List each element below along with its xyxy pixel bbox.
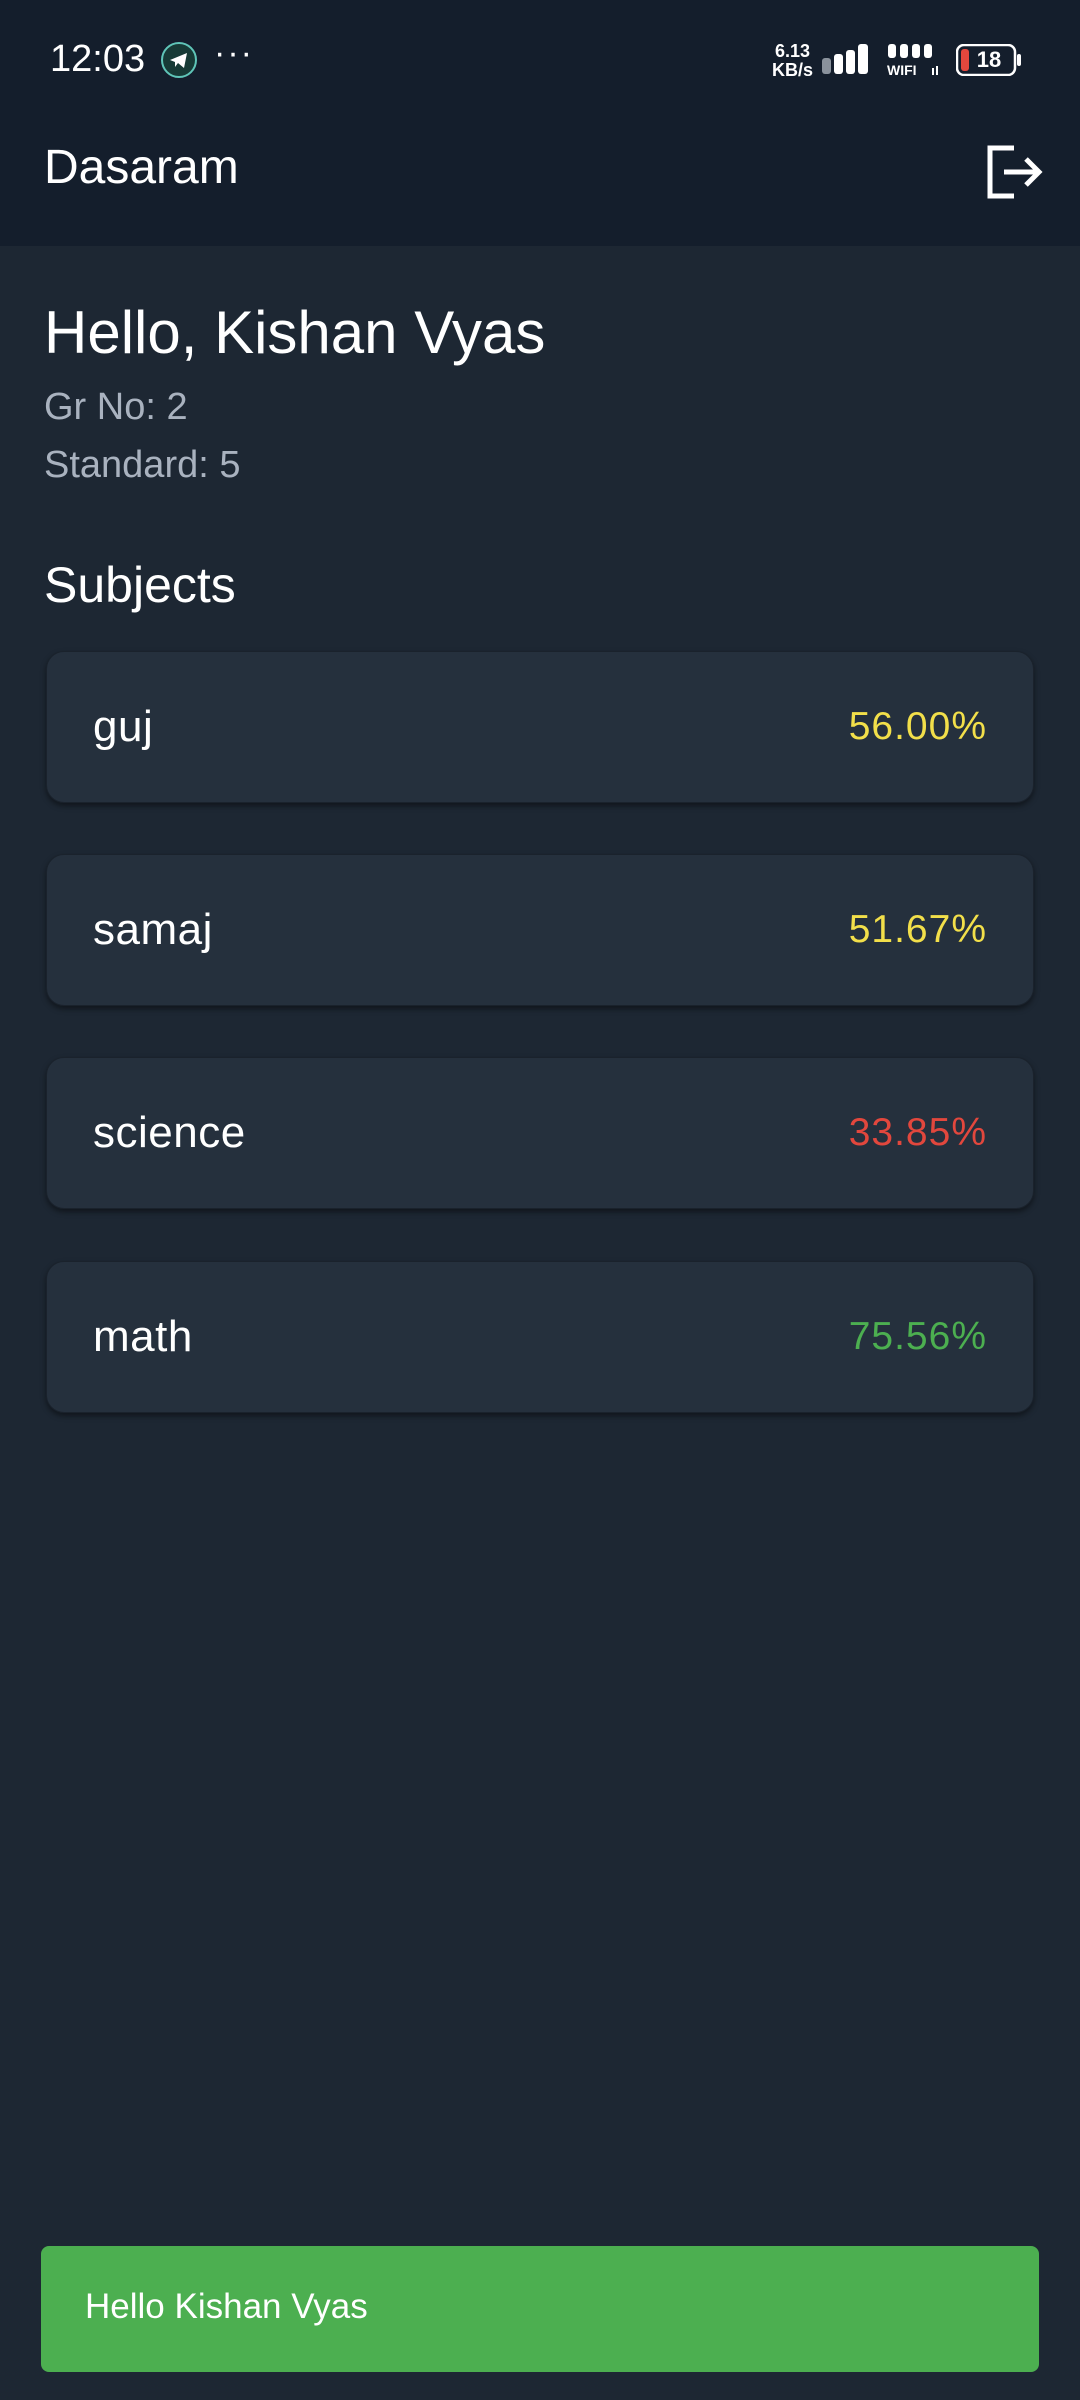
greeting-title: Hello, Kishan Vyas xyxy=(44,299,546,366)
subject-percentage: 75.56% xyxy=(848,1315,987,1358)
subject-name: guj xyxy=(93,702,154,751)
subject-name: science xyxy=(93,1108,246,1157)
subject-card-guj[interactable]: guj 56.00% xyxy=(46,651,1034,803)
app-title: Dasaram xyxy=(44,141,239,194)
status-time: 12:03 xyxy=(50,38,146,80)
signal-icon xyxy=(822,44,868,74)
more-dots-icon: ··· xyxy=(214,34,254,72)
standard-label: Standard: 5 xyxy=(44,444,241,486)
logout-icon xyxy=(987,145,1043,199)
subject-card-math[interactable]: math 75.56% xyxy=(46,1261,1034,1413)
snackbar: Hello Kishan Vyas xyxy=(41,2246,1039,2372)
status-bar: 12:03 ··· 6.13 KB/s WIFI 18 xyxy=(0,0,1080,120)
wifi-label: WIFI xyxy=(887,62,917,78)
subject-percentage: 56.00% xyxy=(848,705,987,748)
network-speed: 6.13 KB/s xyxy=(772,42,813,80)
subject-percentage: 33.85% xyxy=(848,1111,987,1154)
battery-level: 18 xyxy=(976,47,1002,72)
snackbar-message: Hello Kishan Vyas xyxy=(85,2287,368,2326)
subject-name: math xyxy=(93,1312,193,1361)
telegram-icon xyxy=(161,42,197,78)
network-speed-value: 6.13 xyxy=(774,41,811,61)
subject-card-samaj[interactable]: samaj 51.67% xyxy=(46,854,1034,1006)
subject-card-science[interactable]: science 33.85% xyxy=(46,1057,1034,1209)
subjects-heading: Subjects xyxy=(44,557,236,613)
gr-number: Gr No: 2 xyxy=(44,386,188,428)
wifi-icon: WIFI xyxy=(887,44,938,78)
logout-button[interactable] xyxy=(978,136,1050,208)
subject-name: samaj xyxy=(93,905,213,954)
network-speed-unit: KB/s xyxy=(772,60,814,80)
subject-percentage: 51.67% xyxy=(848,908,987,951)
